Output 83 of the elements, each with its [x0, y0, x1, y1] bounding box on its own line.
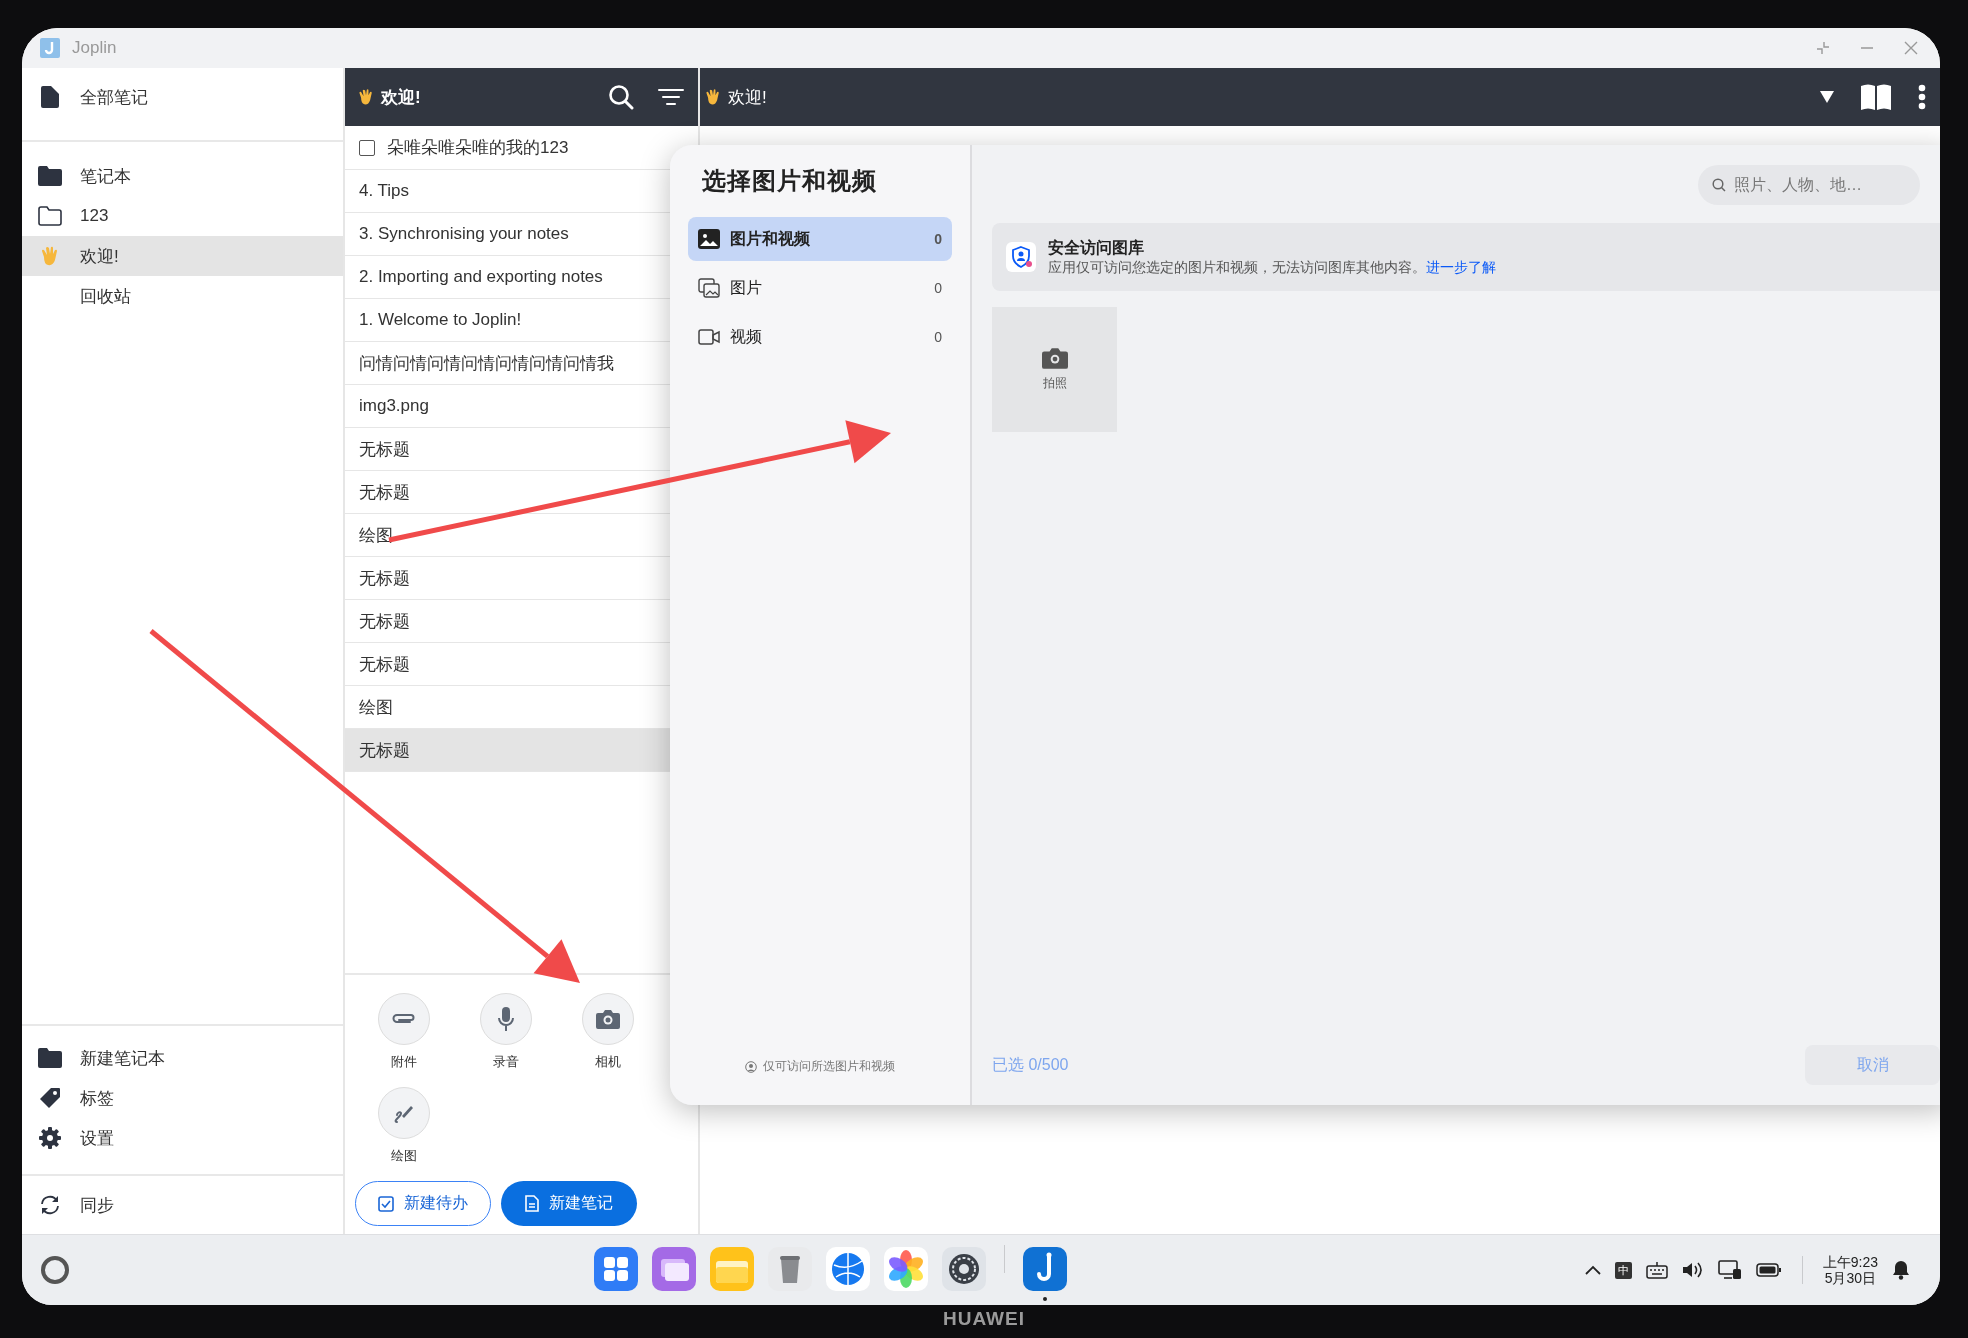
home-button[interactable]	[40, 1255, 70, 1285]
todo-checkbox[interactable]	[359, 139, 375, 156]
privacy-note: 仅可访问所选图片和视频	[763, 1058, 895, 1075]
checkbox-icon	[378, 1195, 394, 1212]
app-logo-icon	[40, 38, 60, 58]
tags-item[interactable]: 标签	[22, 1078, 343, 1118]
dropdown-arrow-icon[interactable]	[1820, 91, 1834, 103]
note-title: 绘图	[359, 696, 393, 719]
notebook-item[interactable]: 回收站	[22, 276, 343, 316]
volume-icon[interactable]	[1681, 1261, 1704, 1279]
folder-icon	[38, 1048, 62, 1068]
input-method-indicator[interactable]: 中	[1614, 1261, 1632, 1279]
notebook-title: 欢迎!	[381, 86, 422, 109]
note-title: 2. Importing and exporting notes	[359, 267, 603, 287]
note-title: 无标题	[359, 481, 410, 504]
note-title: 欢迎!	[728, 86, 768, 109]
note-title: 4. Tips	[359, 181, 410, 201]
note-title: 无标题	[359, 438, 410, 461]
brand-logo: HUAWEI	[942, 1308, 1026, 1330]
waving-hand-icon	[704, 88, 722, 106]
new-note-button[interactable]: 新建笔记	[501, 1181, 637, 1226]
image-icon	[698, 229, 720, 249]
new-todo-button[interactable]: 新建待办	[355, 1181, 491, 1226]
note-title: 问情问情问情问情问情问情问情我	[359, 352, 614, 375]
note-title: 绘图	[359, 524, 393, 547]
document-icon	[525, 1195, 539, 1212]
note-title: 无标题	[359, 653, 410, 676]
window-title: Joplin	[72, 38, 118, 58]
album-count: 0	[934, 280, 942, 296]
sync-icon	[39, 1194, 61, 1216]
microphone-icon	[497, 1006, 515, 1032]
note-title: 1. Welcome to Joplin!	[359, 310, 522, 330]
note-title: 无标题	[359, 567, 410, 590]
folder-icon	[38, 206, 62, 226]
note-icon	[41, 86, 59, 108]
new-notebook-item[interactable]: 新建笔记本	[22, 1038, 343, 1078]
notice-title: 安全访问图库	[1048, 237, 1145, 258]
camera-button[interactable]: 相机	[557, 993, 659, 1071]
notebook-item[interactable]: 欢迎!	[22, 236, 343, 276]
user-icon	[745, 1060, 757, 1073]
joplin-app-icon[interactable]	[1021, 1245, 1069, 1303]
note-title: img3.png	[359, 396, 429, 416]
images-icon	[698, 278, 720, 298]
note-title: 朵唯朵唯朵唯的我的123	[387, 137, 569, 159]
tag-icon	[39, 1087, 61, 1109]
battery-icon	[1755, 1263, 1782, 1277]
all-notes-item[interactable]: 全部笔记	[22, 68, 343, 126]
camera-icon	[596, 1009, 620, 1029]
chevron-up-icon[interactable]	[1584, 1265, 1601, 1275]
settings-icon	[39, 1127, 61, 1149]
take-photo-button[interactable]: 拍照	[992, 307, 1117, 432]
notice-text: 应用仅可访问您选定的图片和视频，无法访问图库其他内容。进一步了解	[1048, 258, 1496, 277]
dialog-title: 选择图片和视频	[702, 166, 878, 196]
book-icon[interactable]	[1860, 84, 1892, 110]
selection-count: 已选 0/500	[992, 1054, 1069, 1075]
settings-item[interactable]: 设置	[22, 1118, 343, 1158]
notebooks-heading[interactable]: 笔记本	[22, 156, 343, 196]
waving-hand-icon	[357, 88, 375, 106]
filter-icon[interactable]	[658, 87, 684, 107]
sync-item[interactable]: 同步	[22, 1176, 343, 1234]
video-icon	[698, 329, 720, 345]
drawing-button[interactable]: 绘图	[353, 1087, 455, 1165]
album-count: 0	[934, 329, 942, 345]
record-button[interactable]: 录音	[455, 993, 557, 1071]
close-icon[interactable]	[1904, 41, 1918, 55]
more-icon[interactable]	[1918, 84, 1926, 110]
notebook-item[interactable]: 123	[22, 196, 343, 236]
folder-icon	[38, 166, 62, 186]
attach-button[interactable]: 附件	[353, 993, 455, 1071]
album-count: 0	[934, 231, 942, 247]
clock[interactable]: 上午9:23 5月30日	[1822, 1253, 1878, 1287]
keyboard-icon[interactable]	[1645, 1261, 1668, 1279]
search-icon[interactable]	[608, 84, 634, 110]
camera-icon	[1041, 347, 1068, 369]
learn-more-link[interactable]: 进一步了解	[1426, 258, 1496, 275]
screen-icon[interactable]	[1717, 1260, 1742, 1280]
note-title: 3. Synchronising your notes	[359, 224, 569, 244]
note-title: 无标题	[359, 610, 410, 633]
notification-bell-icon[interactable]	[1892, 1260, 1910, 1280]
shield-icon	[1006, 242, 1036, 272]
album-item[interactable]: 图片和视频 0	[688, 217, 952, 261]
note-title: 无标题	[359, 739, 410, 762]
search-field[interactable]: 照片、人物、地…	[1698, 165, 1920, 205]
